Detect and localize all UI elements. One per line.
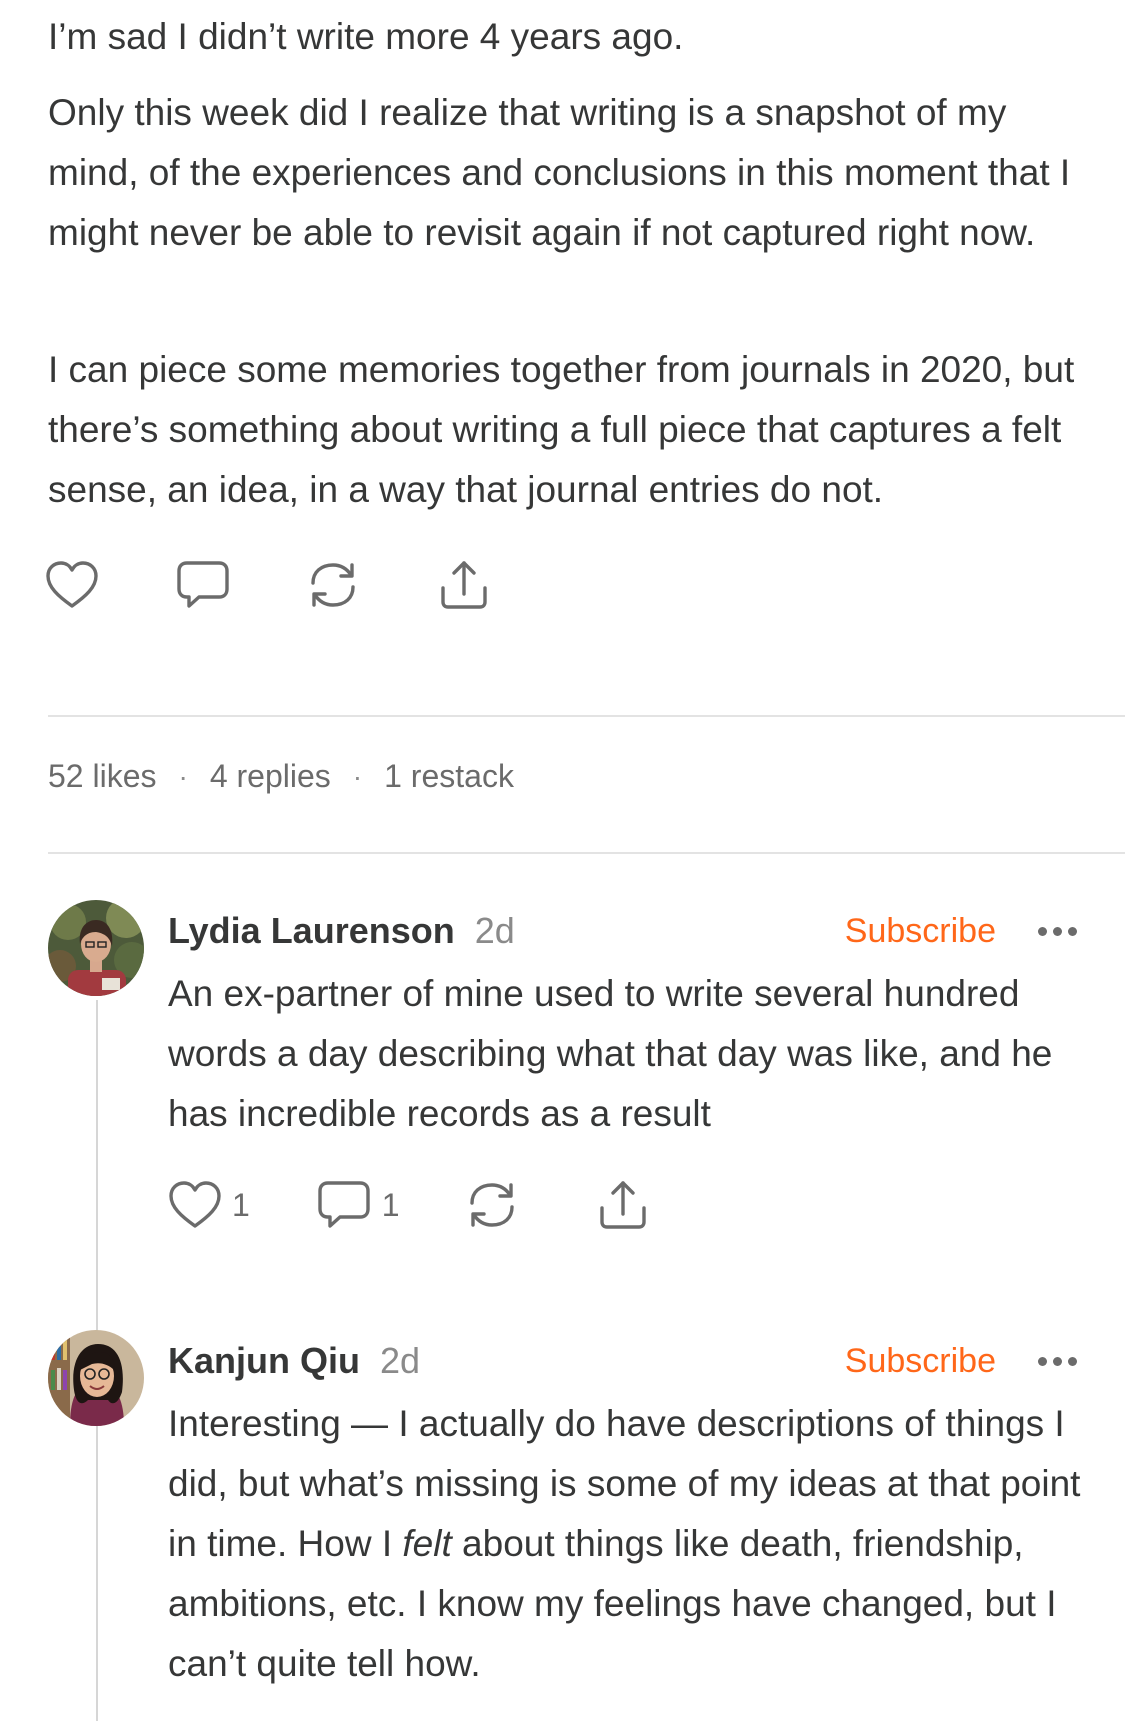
more-button[interactable] bbox=[1038, 1356, 1077, 1366]
comment-author[interactable]: Kanjun Qiu bbox=[168, 1340, 360, 1382]
comment-body: Interesting — I actually do have descrip… bbox=[168, 1394, 1088, 1694]
more-button[interactable] bbox=[1038, 926, 1077, 936]
more-dot bbox=[1068, 926, 1077, 936]
like-button[interactable] bbox=[45, 555, 99, 615]
comment-timestamp: 2d bbox=[380, 1340, 421, 1381]
avatar[interactable] bbox=[48, 1330, 144, 1426]
restacks-count-link[interactable]: 1 restack bbox=[384, 758, 514, 795]
comment-actions: 1 1 bbox=[168, 1175, 650, 1235]
share-icon bbox=[441, 561, 487, 609]
like-button[interactable]: 1 bbox=[168, 1175, 250, 1235]
separator: · bbox=[178, 760, 188, 792]
share-icon bbox=[599, 1181, 646, 1229]
more-dots-icon bbox=[1038, 926, 1047, 936]
avatar[interactable] bbox=[48, 900, 144, 996]
restack-button[interactable] bbox=[305, 555, 361, 615]
divider bbox=[48, 715, 1125, 717]
replies-count-link[interactable]: 4 replies bbox=[210, 758, 331, 795]
like-count: 1 bbox=[232, 1186, 250, 1223]
post-stats: 52 likes · 4 replies · 1 restack bbox=[48, 758, 514, 795]
comment-author[interactable]: Lydia Laurenson bbox=[168, 910, 455, 952]
more-dot bbox=[1053, 926, 1062, 936]
more-dot bbox=[1053, 1356, 1062, 1366]
comment-body: An ex-partner of mine used to write seve… bbox=[168, 973, 1053, 1134]
reply-button[interactable]: 1 bbox=[316, 1175, 400, 1235]
post-actions bbox=[45, 555, 491, 615]
restack-icon bbox=[311, 563, 355, 607]
divider bbox=[48, 852, 1125, 854]
share-button[interactable] bbox=[596, 1175, 650, 1235]
comment-emphasis: felt bbox=[402, 1523, 452, 1564]
reply-count: 1 bbox=[381, 1186, 400, 1223]
restack-button[interactable] bbox=[464, 1175, 520, 1235]
post-paragraph: Only this week did I realize that writin… bbox=[48, 92, 1071, 253]
separator: · bbox=[352, 760, 363, 792]
comment-bubble-icon bbox=[177, 561, 229, 608]
heart-icon bbox=[169, 1181, 221, 1228]
heart-icon bbox=[46, 561, 98, 608]
comment-header: Lydia Laurenson 2d Subscribe bbox=[168, 903, 1077, 959]
more-dots-icon bbox=[1038, 1356, 1047, 1366]
likes-count-link[interactable]: 52 likes bbox=[48, 758, 157, 795]
post-paragraph: I can piece some memories together from … bbox=[48, 349, 1075, 510]
subscribe-button[interactable]: Subscribe bbox=[845, 912, 996, 951]
comment-bubble-icon bbox=[318, 1181, 370, 1228]
reply-button[interactable] bbox=[175, 555, 231, 615]
post-paragraph: I’m sad I didn’t write more 4 years ago. bbox=[48, 16, 684, 57]
comment-header: Kanjun Qiu 2d Subscribe bbox=[168, 1333, 1077, 1389]
restack-icon bbox=[469, 1183, 514, 1227]
subscribe-button[interactable]: Subscribe bbox=[845, 1342, 996, 1381]
comment-timestamp: 2d bbox=[474, 910, 515, 951]
more-dot bbox=[1068, 1356, 1077, 1366]
share-button[interactable] bbox=[437, 555, 491, 615]
